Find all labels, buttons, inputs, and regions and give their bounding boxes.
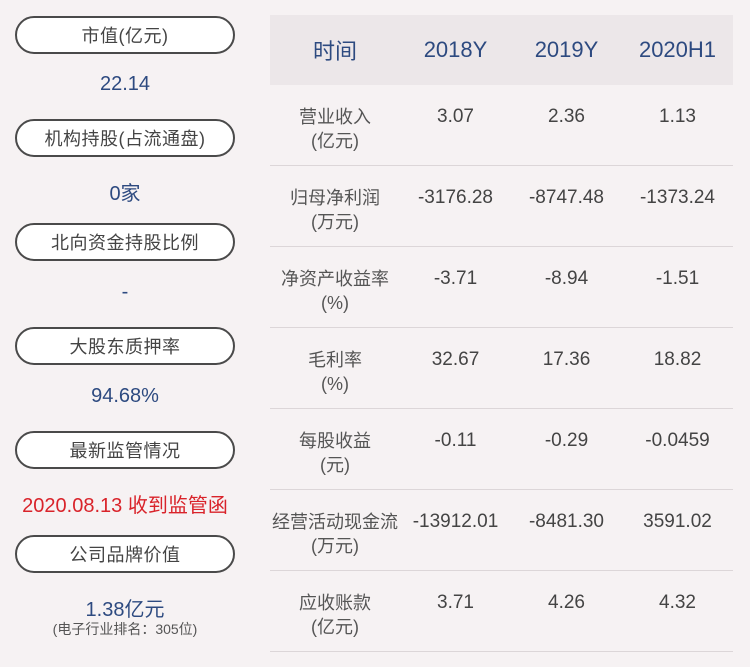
brand-rank-note: (电子行业排名：305位) xyxy=(52,621,198,637)
northbound-holding-label: 北向资金持股比例 xyxy=(15,223,235,261)
row-label: 每股收益 (元) xyxy=(299,431,371,475)
table-cell: -8481.30 xyxy=(528,511,604,532)
table-row: 每股收益 (元) -0.11 -0.29 -0.0459 xyxy=(270,409,733,490)
pledge-ratio-label: 大股东质押率 xyxy=(15,327,235,365)
table-cell: -0.11 xyxy=(434,430,477,451)
table-cell: 4.26 xyxy=(548,592,585,613)
row-label: 归母净利润 (万元) xyxy=(290,188,380,232)
institutional-holding-label: 机构持股(占流通盘) xyxy=(15,119,235,157)
table-cell: 18.82 xyxy=(653,349,702,370)
regulatory-status-label: 最新监管情况 xyxy=(15,431,235,469)
table-cell: 3.71 xyxy=(437,592,474,613)
table-cell: -0.29 xyxy=(544,430,589,451)
table-cell: 2.36 xyxy=(548,106,585,127)
row-label: 营业收入 (亿元) xyxy=(299,107,371,151)
market-cap-label: 市值(亿元) xyxy=(15,16,235,54)
table-row: 归母净利润 (万元) -3176.28 -8747.48 -1373.24 xyxy=(270,166,733,247)
table-cell: 32.67 xyxy=(431,349,480,370)
header-time: 时间 xyxy=(312,39,357,64)
row-label: 应收账款 (亿元) xyxy=(299,593,371,637)
table-cell: -0.0459 xyxy=(645,430,710,451)
northbound-holding-value: - xyxy=(121,281,129,303)
table-cell: 3591.02 xyxy=(643,511,712,532)
regulatory-status-value: 2020.08.13 收到监管函 xyxy=(22,495,228,517)
table-cell: -1.51 xyxy=(655,268,700,289)
header-2020h1: 2020H1 xyxy=(638,37,717,62)
table-cell: -8747.48 xyxy=(528,187,604,208)
table-header: 时间 2018Y 2019Y 2020H1 xyxy=(270,15,733,85)
table-row: 毛利率 (%) 32.67 17.36 18.82 xyxy=(270,328,733,409)
header-2018y: 2018Y xyxy=(423,37,488,62)
table-cell: 3.07 xyxy=(437,106,474,127)
row-label: 毛利率 (%) xyxy=(308,350,362,394)
table-row: 经营活动现金流 (万元) -13912.01 -8481.30 3591.02 xyxy=(270,490,733,571)
pledge-ratio-value: 94.68% xyxy=(91,385,159,407)
company-summary-panel: 市值(亿元) 22.14 机构持股(占流通盘) 0家 北向资金持股比例 - 大股… xyxy=(0,0,250,667)
market-cap-value: 22.14 xyxy=(99,73,151,95)
brand-value-value: 1.38亿元 xyxy=(85,599,165,621)
header-2019y: 2019Y xyxy=(534,37,599,62)
table-cell: -3176.28 xyxy=(417,187,493,208)
institutional-holding-value: 0家 xyxy=(109,183,141,205)
row-label: 经营活动现金流 (万元) xyxy=(272,512,398,556)
table-cell: 4.32 xyxy=(659,592,696,613)
table-cell: -13912.01 xyxy=(412,511,499,532)
table-row: 净资产收益率 (%) -3.71 -8.94 -1.51 xyxy=(270,247,733,328)
table-cell: -1373.24 xyxy=(639,187,715,208)
brand-value-label: 公司品牌价值 xyxy=(15,535,235,573)
table-row: 营业收入 (亿元) 3.07 2.36 1.13 xyxy=(270,85,733,166)
table-row: 应收账款 (亿元) 3.71 4.26 4.32 xyxy=(270,571,733,652)
table-cell: -3.71 xyxy=(433,268,478,289)
row-label: 净资产收益率 (%) xyxy=(281,269,389,313)
financial-table: 时间 2018Y 2019Y 2020H1 营业收入 (亿元) 3.07 2.36… xyxy=(270,15,733,652)
table-cell: 1.13 xyxy=(659,106,696,127)
table-cell: 17.36 xyxy=(542,349,591,370)
table-cell: -8.94 xyxy=(544,268,589,289)
